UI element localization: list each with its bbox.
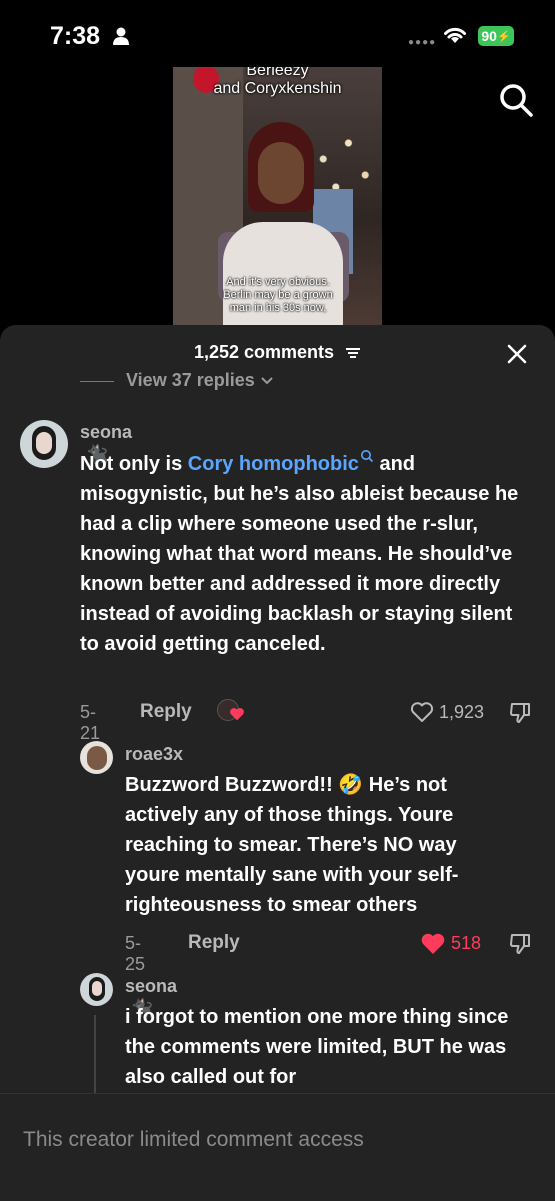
divider (80, 380, 114, 382)
wifi-icon (444, 27, 466, 43)
person-icon (113, 27, 129, 45)
comment-text: Buzzword Buzzword!! 🤣 He’s not actively … (125, 774, 459, 916)
status-time: 7:38 (50, 22, 101, 50)
dislike-icon[interactable] (508, 701, 532, 725)
comment-date: 5-21 (80, 702, 101, 743)
like-button[interactable]: 1,923 (410, 701, 484, 723)
search-icon (360, 450, 373, 463)
like-button[interactable]: 518 (420, 932, 481, 955)
video-preview[interactable]: Berleezy and Coryxkenshin And it's very … (173, 67, 382, 325)
comments-sheet: 1,252 comments View 37 replies seona🐈‍⬛ … (0, 325, 555, 1200)
reply-button[interactable]: Reply (140, 701, 192, 723)
like-count: 1,923 (439, 701, 485, 722)
dislike-icon[interactable] (508, 932, 532, 956)
signal-icon: ●●●● (408, 37, 437, 48)
comment-date: 5-25 (125, 933, 146, 974)
avatar[interactable] (80, 741, 113, 774)
video-caption-top: Berleezy and Coryxkenshin (213, 67, 342, 97)
comments-header: 1,252 comments (0, 342, 555, 363)
battery-indicator: 90 ⚡ (478, 26, 514, 46)
heart-filled-icon (421, 933, 445, 954)
close-icon[interactable] (506, 343, 528, 365)
comment-username[interactable]: roae3x (125, 744, 183, 765)
thread-line (94, 1015, 96, 1095)
comment-input-bar: This creator limited comment access (0, 1093, 555, 1201)
creator-liked-badge (217, 699, 245, 723)
video-caption-bottom: And it's very obvious. Berlin may be a g… (223, 276, 333, 314)
heart-icon (230, 708, 244, 721)
search-icon[interactable] (498, 82, 534, 118)
sort-icon[interactable] (345, 346, 361, 360)
like-count: 518 (451, 933, 482, 953)
comment-text: Not only is Cory homophobic and misogyni… (80, 449, 520, 659)
search-link[interactable]: Cory homophobic (188, 450, 374, 475)
view-replies-link[interactable]: View 37 replies (80, 370, 274, 391)
battery-level: 90 (481, 28, 497, 44)
reply-button[interactable]: Reply (188, 932, 240, 954)
status-bar: 7:38 ●●●● 90 ⚡ (0, 0, 555, 70)
chevron-down-icon (261, 377, 273, 385)
avatar[interactable] (20, 420, 68, 468)
heart-outline-icon (410, 702, 434, 722)
comment-text: i forgot to mention one more thing since… (125, 1006, 509, 1088)
avatar[interactable] (80, 973, 113, 1006)
comments-count: 1,252 comments (193, 342, 335, 362)
limited-access-notice: This creator limited comment access (23, 1128, 364, 1151)
